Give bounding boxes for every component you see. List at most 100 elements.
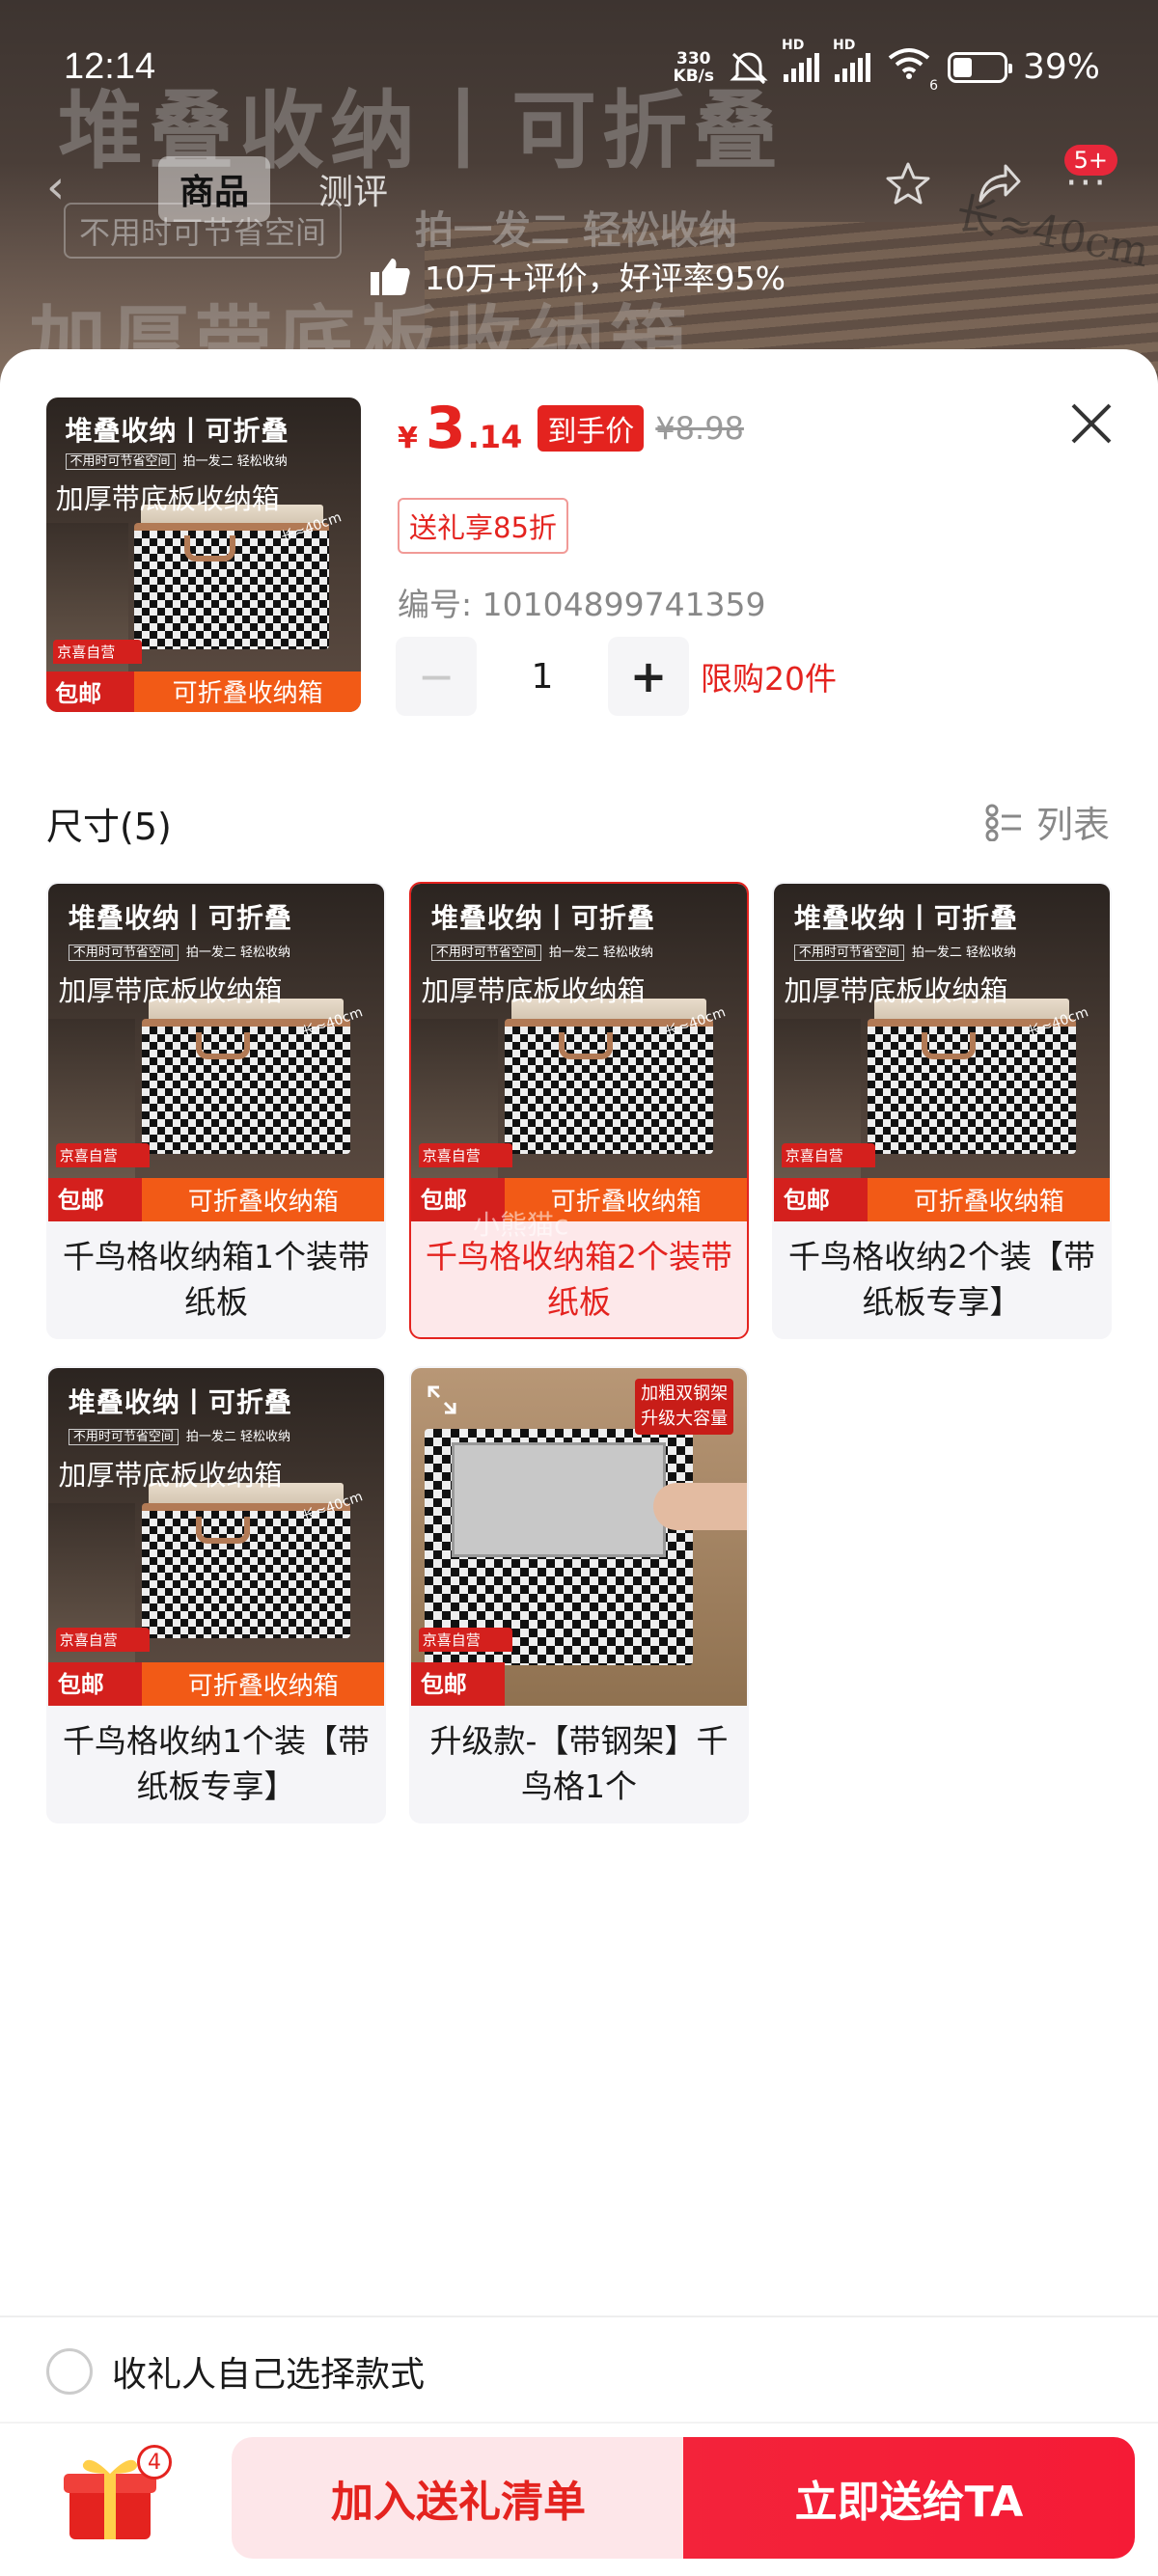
free-shipping: 包邮 [57,1187,104,1215]
image-sub-a: 不用时可节省空间 [65,453,176,471]
image-sub-a: 不用时可节省空间 [793,944,904,961]
jd-label: 京喜自营 [418,1628,513,1653]
jd-label: 京喜自营 [55,1628,151,1653]
send-now-button[interactable]: 立即送给TA [683,2437,1135,2559]
upgrade-tag-line2: 升级大容量 [641,1408,729,1429]
tab-product[interactable]: 商品 [158,156,271,222]
size-option[interactable]: 堆叠收纳丨可折叠 不用时可节省空间 拍一发二 轻松收纳 加厚带底板收纳箱 长≈40… [46,882,386,1339]
image-sub-b: 拍一发二 轻松收纳 [911,945,1017,960]
image-subtitle: 加厚带底板收纳箱 [55,481,280,515]
expand-icon[interactable] [427,1385,456,1414]
list-view-toggle[interactable]: 列表 [984,795,1110,848]
image-subline: 不用时可节省空间 拍一发二 轻松收纳 [68,942,291,961]
product-thumbnail[interactable]: 堆叠收纳丨可折叠 不用时可节省空间 拍一发二 轻松收纳 加厚带底板收纳箱 长≈40… [46,397,361,712]
gift-discount-badge: 送礼享85折 [398,498,568,554]
free-shipping: 包邮 [783,1187,830,1215]
increase-button[interactable]: + [608,637,689,716]
image-subtitle: 加厚带底板收纳箱 [421,973,646,1007]
divider [0,2422,1158,2424]
quantity-value[interactable]: 1 [477,657,608,697]
size-option[interactable]: 堆叠收纳丨可折叠 不用时可节省空间 拍一发二 轻松收纳 加厚带底板收纳箱 长≈40… [46,1366,386,1823]
image-sub-b: 拍一发二 轻松收纳 [185,945,291,960]
quantity-stepper: − 1 + 限购20件 [396,637,837,716]
image-subtitle: 加厚带底板收纳箱 [784,973,1008,1007]
option-label: 千鸟格收纳箱2个装带纸板 [426,1238,732,1321]
option-label: 千鸟格收纳箱1个装带纸板 [63,1238,370,1321]
image-subtitle: 加厚带底板收纳箱 [58,1458,283,1492]
add-to-gift-list-button[interactable]: 加入送礼清单 [232,2437,685,2559]
signal-bars-icon [834,52,870,82]
recipient-choose-option[interactable]: 收礼人自己选择款式 [46,2346,425,2397]
image-title: 堆叠收纳丨可折叠 [793,902,1018,934]
jd-label: 京喜自营 [418,1143,513,1168]
image-sub-b: 拍一发二 轻松收纳 [185,1429,291,1444]
image-sub-a: 不用时可节省空间 [430,944,541,961]
close-icon[interactable] [1067,399,1116,448]
upgrade-tag-line1: 加粗双钢架 [641,1383,729,1404]
image-title: 堆叠收纳丨可折叠 [430,902,655,934]
size-option[interactable]: 堆叠收纳丨可折叠 不用时可节省空间 拍一发二 轻松收纳 加厚带底板收纳箱 长≈40… [772,882,1112,1339]
thumbs-up-icon [371,259,410,295]
option-label: 千鸟格收纳1个装【带纸板专享】 [63,1722,370,1805]
hd-label-1: HD [781,37,805,53]
battery-text: 39% [1022,47,1100,87]
signal-1: HD [782,38,819,82]
list-toggle-label: 列表 [1035,804,1110,846]
net-speed-value: 330 [676,48,711,69]
image-band-text: 可折叠收纳箱 [142,1661,384,1706]
cart-badge: 5+ [1063,145,1117,176]
back-icon[interactable]: ‹ [46,160,65,214]
gift-count-badge: 4 [137,2445,172,2480]
image-sub-b: 拍一发二 轻松收纳 [182,454,288,470]
recipient-choose-label: 收礼人自己选择款式 [112,2355,426,2395]
star-icon[interactable] [884,160,932,206]
decrease-button[interactable]: − [396,637,477,716]
price-row: ¥ 3 .14 到手价 ¥8.98 [398,399,744,457]
image-title: 堆叠收纳丨可折叠 [65,415,290,448]
tab-review[interactable]: 测评 [297,156,409,222]
original-price: ¥8.98 [655,410,744,447]
image-band-text: 可折叠收纳箱 [134,671,361,712]
rating-text: 10万+评价，好评率95% [425,260,786,297]
image-sub-a: 不用时可节省空间 [68,1428,179,1445]
option-image: 堆叠收纳丨可折叠 不用时可节省空间 拍一发二 轻松收纳 加厚带底板收纳箱 长≈40… [411,884,747,1221]
list-icon [985,804,1021,841]
free-shipping: 包邮 [420,1671,467,1699]
option-image: 堆叠收纳丨可折叠 不用时可节省空间 拍一发二 轻松收纳 加厚带底板收纳箱 长≈40… [774,884,1110,1221]
jd-label: 京喜自营 [781,1143,876,1168]
image-sub-a: 不用时可节省空间 [68,944,179,961]
battery-icon [947,51,1012,83]
wifi: 6 [886,46,938,94]
status-icons: 330 KB/s HD HD 6 39% [674,38,1100,95]
option-image: 堆叠收纳丨可折叠 不用时可节省空间 拍一发二 轻松收纳 加厚带底板收纳箱 长≈40… [48,884,384,1221]
jd-label: 京喜自营 [53,639,142,664]
status-bar: 12:14 330 KB/s HD HD 6 39% [0,0,1158,135]
image-subtitle: 加厚带底板收纳箱 [58,973,283,1007]
product-image: 堆叠收纳丨可折叠 不用时可节省空间 拍一发二 轻松收纳 加厚带底板收纳箱 长≈40… [46,397,361,712]
background-product-page: 堆叠收纳丨可折叠 不用时可节省空间 拍一发二 轻松收纳 长≈40cm 加厚带底板… [0,0,1158,405]
option-image: 堆叠收纳丨可折叠 不用时可节省空间 拍一发二 轻松收纳 加厚带底板收纳箱 长≈40… [48,1368,384,1706]
upgrade-tag: 加粗双钢架升级大容量 [635,1378,734,1435]
option-image: 加粗双钢架升级大容量 京喜自营包邮 [411,1368,747,1706]
sku-number: 编号: 10104899741359 [398,586,766,623]
price-decimal: .14 [467,419,523,455]
signal-2: HD [833,38,870,82]
image-sub-b: 拍一发二 轻松收纳 [548,945,654,960]
share-icon[interactable] [975,162,1023,205]
jd-label: 京喜自营 [55,1143,151,1168]
size-section-title: 尺寸(5) [46,806,172,848]
image-subline: 不用时可节省空间 拍一发二 轻松收纳 [68,1426,291,1445]
size-option-selected[interactable]: 堆叠收纳丨可折叠 不用时可节省空间 拍一发二 轻松收纳 加厚带底板收纳箱 长≈40… [409,882,749,1339]
wifi-icon [888,48,930,79]
radio-button[interactable] [46,2348,93,2395]
watermark: 小熊猫c [473,1209,569,1241]
rating-summary: 10万+评价，好评率95% [369,253,786,299]
size-option[interactable]: 加粗双钢架 升级大容量 京喜自营 包邮 升级款-【带钢架】千鸟格1个 [409,1366,749,1823]
image-subline: 不用时可节省空间 拍一发二 轻松收纳 [65,451,288,471]
price-integer: 3 [425,395,466,462]
free-shipping: 包邮 [420,1187,467,1215]
free-shipping: 包邮 [57,1671,104,1699]
option-label: 千鸟格收纳2个装【带纸板专享】 [788,1238,1095,1321]
product-navbar: ‹ 商品 测评 ··· 5+ [27,145,1117,224]
divider [0,2316,1158,2317]
